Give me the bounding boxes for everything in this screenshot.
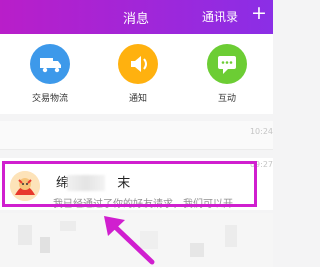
quick-actions-panel: 交易物流 通知 互动 bbox=[0, 34, 273, 114]
conversation-row[interactable]: 10:24 bbox=[0, 121, 273, 150]
speaker-icon bbox=[118, 44, 158, 84]
quick-item-logistics[interactable]: 交易物流 bbox=[20, 44, 80, 104]
page-title: 消息 bbox=[123, 12, 150, 27]
add-plus-button[interactable]: + bbox=[251, 4, 267, 23]
pointer-arrow bbox=[104, 216, 155, 265]
highlight-box bbox=[2, 161, 257, 207]
quick-item-notification[interactable]: 通知 bbox=[108, 44, 168, 104]
top-navigation-bar: 消息 通讯录 + bbox=[0, 0, 273, 34]
quick-item-label: 交易物流 bbox=[31, 94, 68, 104]
truck-icon bbox=[30, 44, 70, 84]
quick-item-interaction[interactable]: 互动 bbox=[197, 44, 257, 104]
quick-item-label: 通知 bbox=[128, 94, 147, 104]
chat-icon bbox=[207, 44, 247, 84]
quick-item-label: 互动 bbox=[217, 94, 236, 104]
contacts-button[interactable]: 通讯录 bbox=[202, 8, 238, 25]
conversation-time: 10:24 bbox=[249, 127, 273, 136]
